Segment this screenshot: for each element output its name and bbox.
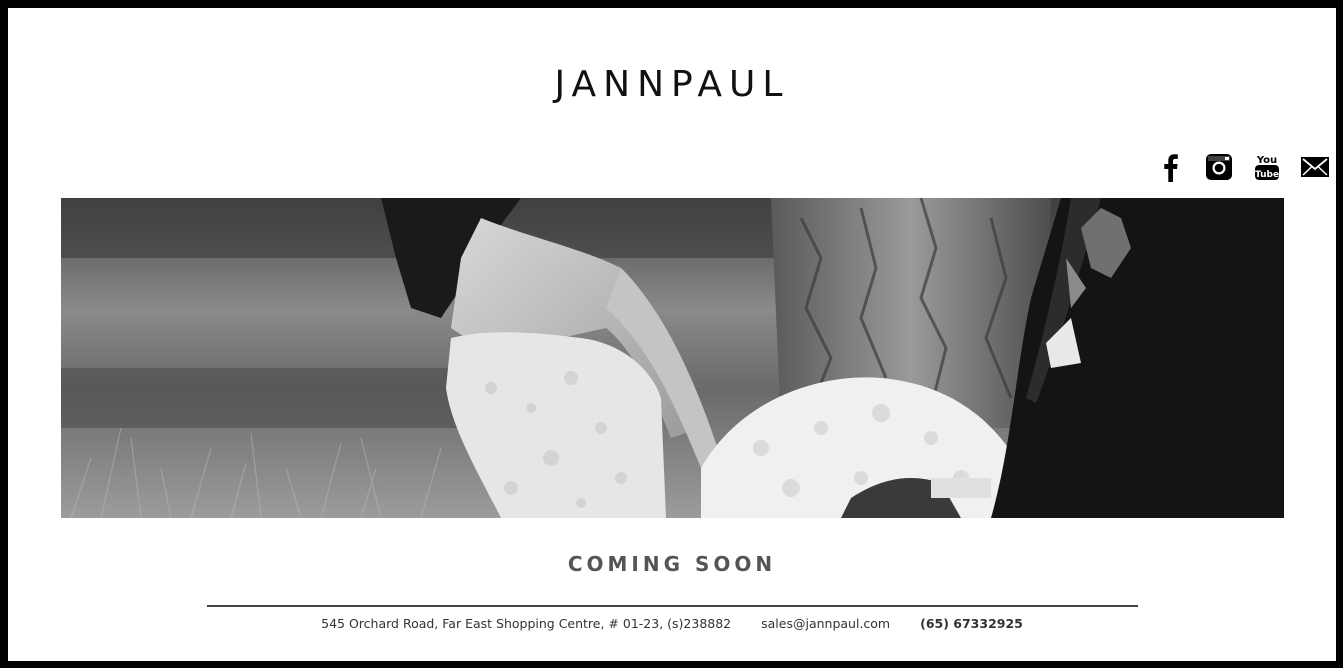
- footer-address: 545 Orchard Road, Far East Shopping Cent…: [321, 616, 732, 631]
- brand-logo[interactable]: JANNPAUL: [8, 64, 1336, 105]
- social-links: You Tube: [1156, 152, 1330, 182]
- wedding-photo-illustration: [61, 198, 1284, 518]
- instagram-icon: [1206, 154, 1232, 180]
- footer-contact: 545 Orchard Road, Far East Shopping Cent…: [8, 616, 1336, 631]
- youtube-icon: You Tube: [1255, 155, 1279, 180]
- youtube-link[interactable]: You Tube: [1252, 152, 1282, 182]
- page-frame: JANNPAUL You Tube COMING SOON 545 Orchar…: [8, 8, 1336, 661]
- footer-divider: [207, 605, 1138, 607]
- youtube-label-bottom: Tube: [1255, 170, 1279, 180]
- instagram-link[interactable]: [1204, 152, 1234, 182]
- facebook-link[interactable]: [1156, 152, 1186, 182]
- coming-soon-heading: COMING SOON: [567, 552, 777, 576]
- hero-photo: [61, 198, 1284, 518]
- footer-email-link[interactable]: sales@jannpaul.com: [761, 616, 890, 631]
- mail-icon: [1301, 157, 1329, 177]
- mail-link[interactable]: [1300, 152, 1330, 182]
- facebook-icon: [1164, 154, 1178, 182]
- footer-phone[interactable]: (65) 67332925: [920, 616, 1023, 631]
- youtube-label-top: You: [1256, 155, 1277, 166]
